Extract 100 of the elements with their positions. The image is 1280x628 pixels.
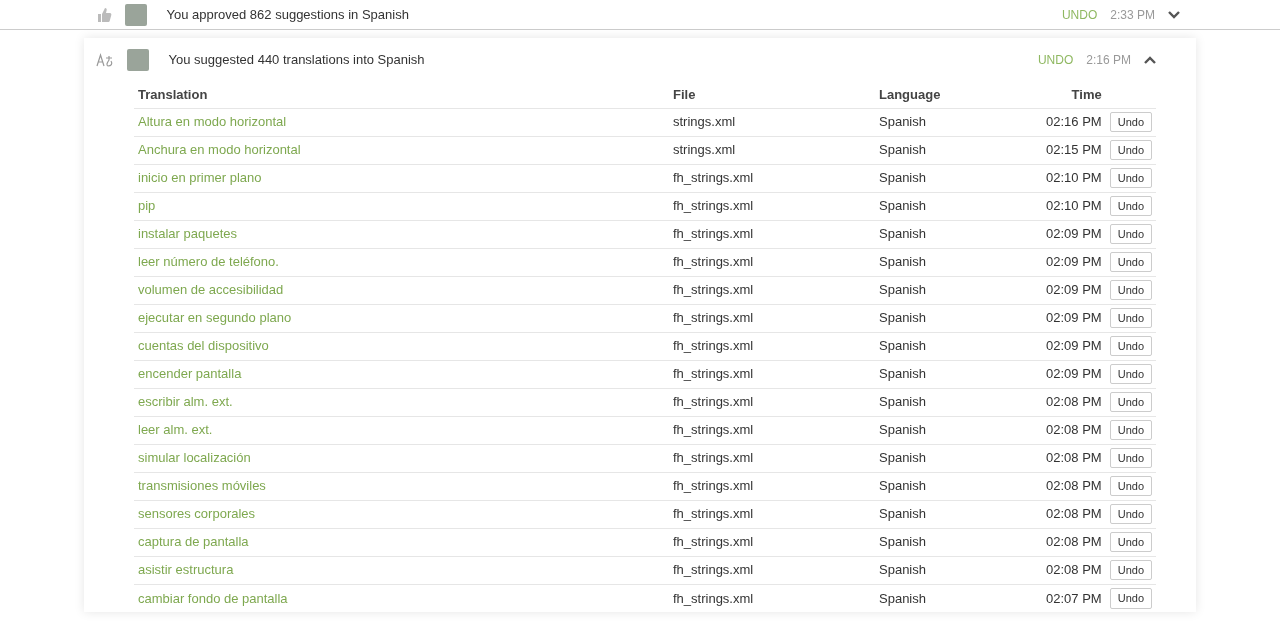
translation-link[interactable]: simular localización — [138, 450, 251, 466]
translation-link[interactable]: leer número de teléfono. — [138, 254, 279, 270]
translation-link[interactable]: ejecutar en segundo plano — [138, 310, 292, 326]
time-cell: 02:16 PM — [995, 108, 1106, 136]
undo-button[interactable]: Undo — [1109, 279, 1152, 301]
avatar-placeholder — [125, 3, 147, 26]
time-cell: 02:10 PM — [995, 192, 1106, 220]
translation-link[interactable]: escribir alm. ext. — [138, 394, 233, 410]
undo-link[interactable]: UNDO — [1037, 51, 1074, 69]
language-cell: Spanish — [875, 472, 996, 500]
file-cell: fh_strings.xml — [669, 444, 875, 472]
translation-link[interactable]: asistir estructura — [138, 562, 234, 578]
time-cell: 02:09 PM — [995, 332, 1106, 360]
language-cell: Spanish — [875, 108, 996, 136]
language-cell: Spanish — [875, 332, 996, 360]
language-cell: Spanish — [875, 220, 996, 248]
time-cell: 02:15 PM — [995, 136, 1106, 164]
undo-button[interactable]: Undo — [1109, 419, 1152, 441]
translation-link[interactable]: pip — [138, 198, 156, 214]
translation-link[interactable]: instalar paquetes — [138, 226, 237, 242]
undo-button[interactable]: Undo — [1109, 447, 1152, 469]
file-cell: fh_strings.xml — [669, 416, 875, 444]
undo-link[interactable]: UNDO — [1061, 5, 1098, 24]
undo-button[interactable]: Undo — [1109, 251, 1152, 273]
activity-message: You suggested 440 translations into Spanish — [168, 51, 426, 70]
file-cell: strings.xml — [669, 136, 875, 164]
undo-button[interactable]: Undo — [1109, 391, 1152, 413]
language-cell: Spanish — [875, 416, 996, 444]
language-cell: Spanish — [875, 276, 996, 304]
time-cell: 02:09 PM — [995, 360, 1106, 388]
undo-button[interactable]: Undo — [1109, 503, 1152, 525]
translation-link[interactable]: Altura en modo horizontal — [138, 114, 287, 130]
time-cell: 02:09 PM — [995, 220, 1106, 248]
language-cell: Spanish — [875, 164, 996, 192]
undo-button[interactable]: Undo — [1109, 111, 1152, 133]
language-cell: Spanish — [875, 388, 996, 416]
language-cell: Spanish — [875, 556, 996, 584]
undo-button[interactable]: Undo — [1109, 475, 1152, 497]
expand-chevron-icon[interactable] — [1168, 10, 1180, 19]
translate-icon — [96, 52, 114, 68]
translation-link[interactable]: volumen de accesibilidad — [138, 282, 284, 298]
time-cell: 02:10 PM — [995, 164, 1106, 192]
language-cell: Spanish — [875, 528, 996, 556]
column-header: Time — [995, 82, 1106, 108]
translation-link[interactable]: encender pantalla — [138, 366, 242, 382]
undo-button[interactable]: Undo — [1109, 531, 1152, 553]
file-cell: fh_strings.xml — [669, 472, 875, 500]
file-cell: fh_strings.xml — [669, 360, 875, 388]
activity-message: You approved 862 suggestions in Spanish — [166, 5, 410, 24]
undo-button[interactable]: Undo — [1109, 139, 1152, 161]
language-cell: Spanish — [875, 248, 996, 276]
file-cell: strings.xml — [669, 108, 875, 136]
file-cell: fh_strings.xml — [669, 528, 875, 556]
file-cell: fh_strings.xml — [669, 500, 875, 528]
translation-link[interactable]: cuentas del dispositivo — [138, 338, 269, 354]
translation-link[interactable]: captura de pantalla — [138, 534, 249, 550]
file-cell: fh_strings.xml — [669, 584, 875, 612]
time-cell: 02:08 PM — [995, 388, 1106, 416]
language-cell: Spanish — [875, 444, 996, 472]
activity-time: 2:33 PM — [1110, 6, 1155, 24]
file-cell: fh_strings.xml — [669, 388, 875, 416]
file-cell: fh_strings.xml — [669, 276, 875, 304]
undo-button[interactable]: Undo — [1109, 363, 1152, 385]
translation-link[interactable]: Anchura en modo horizontal — [138, 142, 301, 158]
time-cell: 02:08 PM — [995, 444, 1106, 472]
file-cell: fh_strings.xml — [669, 304, 875, 332]
collapse-chevron-icon[interactable] — [1144, 56, 1156, 64]
time-cell: 02:08 PM — [995, 472, 1106, 500]
undo-button[interactable]: Undo — [1109, 223, 1152, 245]
file-cell: fh_strings.xml — [669, 164, 875, 192]
time-cell: 02:09 PM — [995, 276, 1106, 304]
translation-link[interactable]: cambiar fondo de pantalla — [138, 590, 288, 606]
language-cell: Spanish — [875, 584, 996, 612]
file-cell: fh_strings.xml — [669, 556, 875, 584]
time-cell: 02:09 PM — [995, 304, 1106, 332]
time-cell: 02:08 PM — [995, 500, 1106, 528]
activity-time: 2:16 PM — [1086, 52, 1131, 69]
time-cell: 02:08 PM — [995, 416, 1106, 444]
translation-link[interactable]: inicio en primer plano — [138, 170, 262, 186]
translation-link[interactable]: leer alm. ext. — [138, 422, 213, 438]
thumbs-up-icon — [96, 6, 112, 23]
undo-button[interactable]: Undo — [1109, 588, 1152, 609]
language-cell: Spanish — [875, 136, 996, 164]
time-cell: 02:07 PM — [995, 584, 1106, 612]
column-header: Language — [875, 82, 996, 108]
undo-button[interactable]: Undo — [1109, 559, 1152, 581]
translation-link[interactable]: transmisiones móviles — [138, 478, 266, 494]
file-cell: fh_strings.xml — [669, 192, 875, 220]
avatar-placeholder — [127, 49, 149, 71]
undo-button[interactable]: Undo — [1109, 307, 1152, 329]
language-cell: Spanish — [875, 304, 996, 332]
file-cell: fh_strings.xml — [669, 332, 875, 360]
undo-button[interactable]: Undo — [1109, 195, 1152, 217]
time-cell: 02:08 PM — [995, 556, 1106, 584]
undo-button[interactable]: Undo — [1109, 335, 1152, 357]
translation-link[interactable]: sensores corporales — [138, 506, 256, 522]
language-cell: Spanish — [875, 500, 996, 528]
undo-button[interactable]: Undo — [1109, 167, 1152, 189]
language-cell: Spanish — [875, 192, 996, 220]
column-header: File — [669, 82, 875, 108]
